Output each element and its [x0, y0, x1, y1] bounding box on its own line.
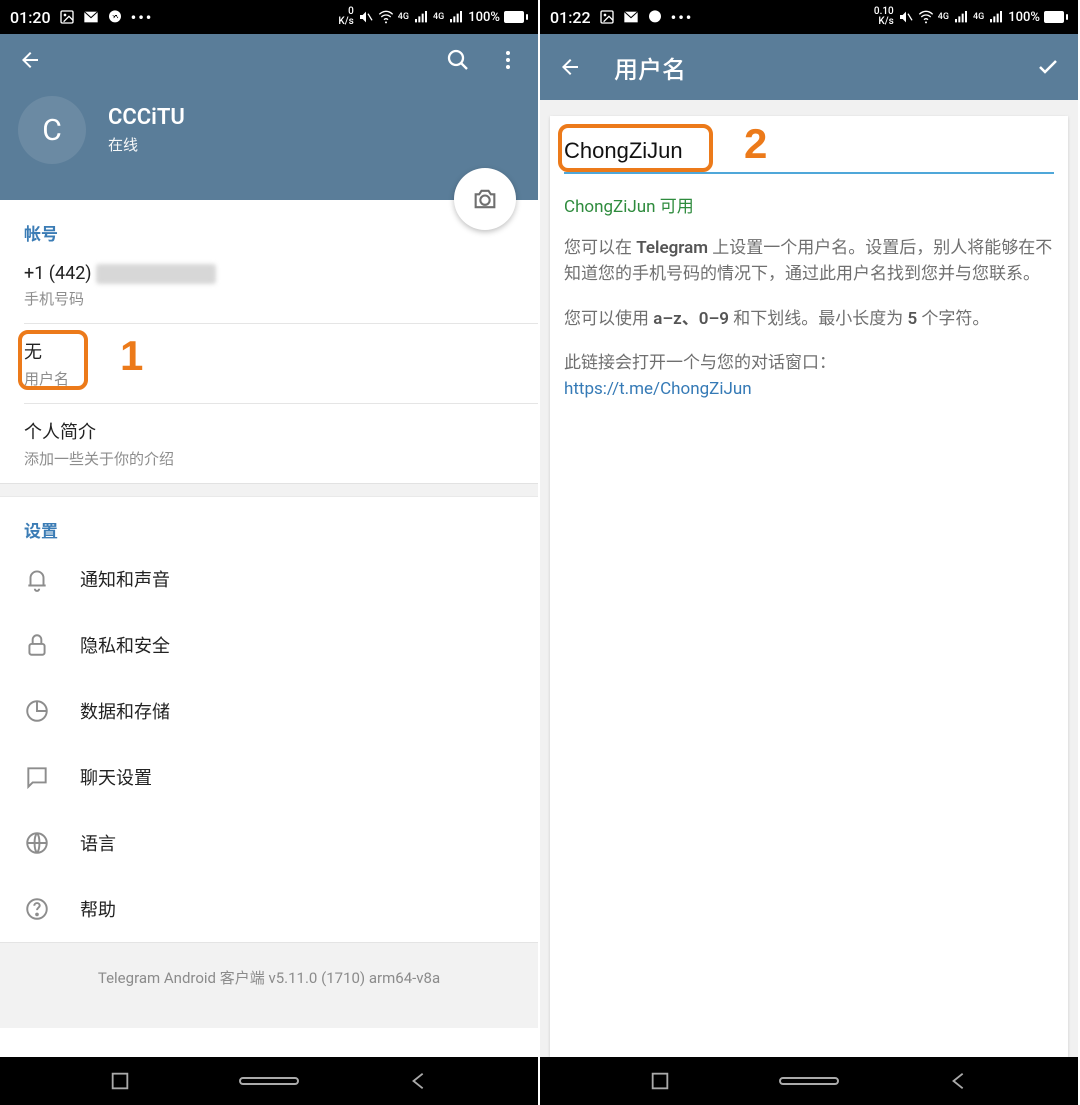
- globe-icon: [24, 830, 50, 856]
- app-bar: [0, 34, 538, 86]
- username-card: 2 ChongZiJun 可用 您可以在 Telegram 上设置一个用户名。设…: [550, 116, 1068, 1057]
- recents-button[interactable]: [649, 1070, 671, 1092]
- username-link[interactable]: https://t.me/ChongZiJun: [564, 379, 752, 399]
- net-speed: 0 K/s: [338, 7, 353, 27]
- right-phone: 01:22 ••• 0.10 K/s 4G 4G 100% 用户名: [540, 0, 1080, 1105]
- profile-name: CCCiTU: [108, 105, 185, 130]
- phone-label: 手机号码: [24, 288, 514, 309]
- username-available: ChongZiJun 可用: [564, 192, 1054, 217]
- back-button[interactable]: [556, 53, 584, 81]
- username-desc-3: 此链接会打开一个与您的对话窗口： https://t.me/ChongZiJun: [564, 350, 1054, 403]
- profile-status: 在线: [108, 134, 185, 155]
- battery-percent: 100%: [1008, 10, 1040, 25]
- lock-icon: [24, 632, 50, 658]
- row-bio[interactable]: 个人简介 添加一些关于你的介绍: [0, 404, 538, 483]
- hangouts-icon: [107, 9, 123, 25]
- signal-4g-2: 4G: [973, 12, 984, 22]
- status-bar: 01:20 ••• 0 K/s 4G 4G 100%: [0, 0, 538, 34]
- settings-label: 通知和声音: [80, 566, 170, 592]
- settings-label: 隐私和安全: [80, 632, 170, 658]
- signal-4g-2: 4G: [433, 12, 444, 22]
- home-button[interactable]: [239, 1077, 299, 1085]
- mute-icon: [358, 9, 374, 25]
- bio-title: 个人简介: [24, 418, 514, 444]
- wifi-icon: [918, 9, 934, 25]
- settings-language[interactable]: 语言: [0, 810, 538, 876]
- home-button[interactable]: [779, 1077, 839, 1085]
- battery-icon: [504, 11, 528, 23]
- mute-icon: [898, 9, 914, 25]
- status-bar: 01:22 ••• 0.10 K/s 4G 4G 100%: [540, 0, 1078, 34]
- more-icon: •••: [671, 8, 694, 27]
- settings-label: 数据和存储: [80, 698, 170, 724]
- back-sys-button[interactable]: [948, 1070, 970, 1092]
- signal-icon-2: [988, 9, 1004, 25]
- section-settings: 设置: [0, 497, 538, 546]
- recents-button[interactable]: [109, 1070, 131, 1092]
- battery-icon: [1044, 11, 1068, 23]
- clock: 01:22: [550, 8, 591, 27]
- net-speed: 0.10 K/s: [874, 7, 894, 27]
- username-label: 用户名: [24, 368, 514, 389]
- help-icon: [24, 896, 50, 922]
- mail-icon: [83, 9, 99, 25]
- settings-chat[interactable]: 聊天设置: [0, 744, 538, 810]
- row-username[interactable]: 无 用户名 1: [0, 324, 538, 403]
- bell-icon: [24, 566, 50, 592]
- clock: 01:20: [10, 8, 51, 27]
- mail-icon: [623, 9, 639, 25]
- system-navbar: [540, 1057, 1078, 1105]
- search-button[interactable]: [444, 46, 472, 74]
- image-icon: [599, 9, 615, 25]
- data-icon: [24, 698, 50, 724]
- settings-notifications[interactable]: 通知和声音: [0, 546, 538, 612]
- settings-help[interactable]: 帮助: [0, 876, 538, 942]
- row-phone[interactable]: +1 (442) 手机号码: [0, 249, 538, 323]
- settings-label: 聊天设置: [80, 764, 152, 790]
- signal-icon: [413, 9, 429, 25]
- phone-prefix: +1 (442): [24, 263, 92, 284]
- annotation-1: 1: [120, 332, 143, 380]
- image-icon: [59, 9, 75, 25]
- camera-fab[interactable]: [454, 168, 516, 230]
- settings-label: 语言: [80, 830, 116, 856]
- chat-icon: [24, 764, 50, 790]
- more-button[interactable]: [494, 46, 522, 74]
- page-title: 用户名: [614, 50, 686, 85]
- wifi-icon: [378, 9, 394, 25]
- more-icon: •••: [131, 8, 154, 27]
- username-desc-2: 您可以使用 a–z、0–9 和下划线。最小长度为 5 个字符。: [564, 306, 1054, 332]
- hangouts-icon: [647, 9, 663, 25]
- annotation-2: 2: [744, 120, 767, 168]
- left-phone: 01:20 ••• 0 K/s 4G 4G 100%: [0, 0, 540, 1105]
- version-footer: Telegram Android 客户端 v5.11.0 (1710) arm6…: [0, 942, 538, 1028]
- avatar-letter: C: [42, 113, 62, 148]
- signal-icon-2: [448, 9, 464, 25]
- section-gap: [0, 483, 538, 497]
- signal-4g-1: 4G: [398, 12, 409, 22]
- app-bar: 用户名: [540, 34, 1078, 100]
- username-value: 无: [24, 338, 514, 364]
- confirm-button[interactable]: [1034, 53, 1062, 81]
- settings-data[interactable]: 数据和存储: [0, 678, 538, 744]
- bio-sub: 添加一些关于你的介绍: [24, 448, 514, 469]
- back-button[interactable]: [16, 46, 44, 74]
- signal-icon: [953, 9, 969, 25]
- profile-header: C CCCiTU 在线: [0, 86, 538, 200]
- system-navbar: [0, 1057, 538, 1105]
- back-sys-button[interactable]: [408, 1070, 430, 1092]
- phone-redacted: [96, 264, 216, 284]
- battery-percent: 100%: [468, 10, 500, 25]
- username-desc-1: 您可以在 Telegram 上设置一个用户名。设置后，别人将能够在不知道您的手机…: [564, 235, 1054, 288]
- avatar[interactable]: C: [18, 96, 86, 164]
- settings-privacy[interactable]: 隐私和安全: [0, 612, 538, 678]
- signal-4g-1: 4G: [938, 12, 949, 22]
- username-input[interactable]: [564, 134, 1054, 174]
- settings-label: 帮助: [80, 896, 116, 922]
